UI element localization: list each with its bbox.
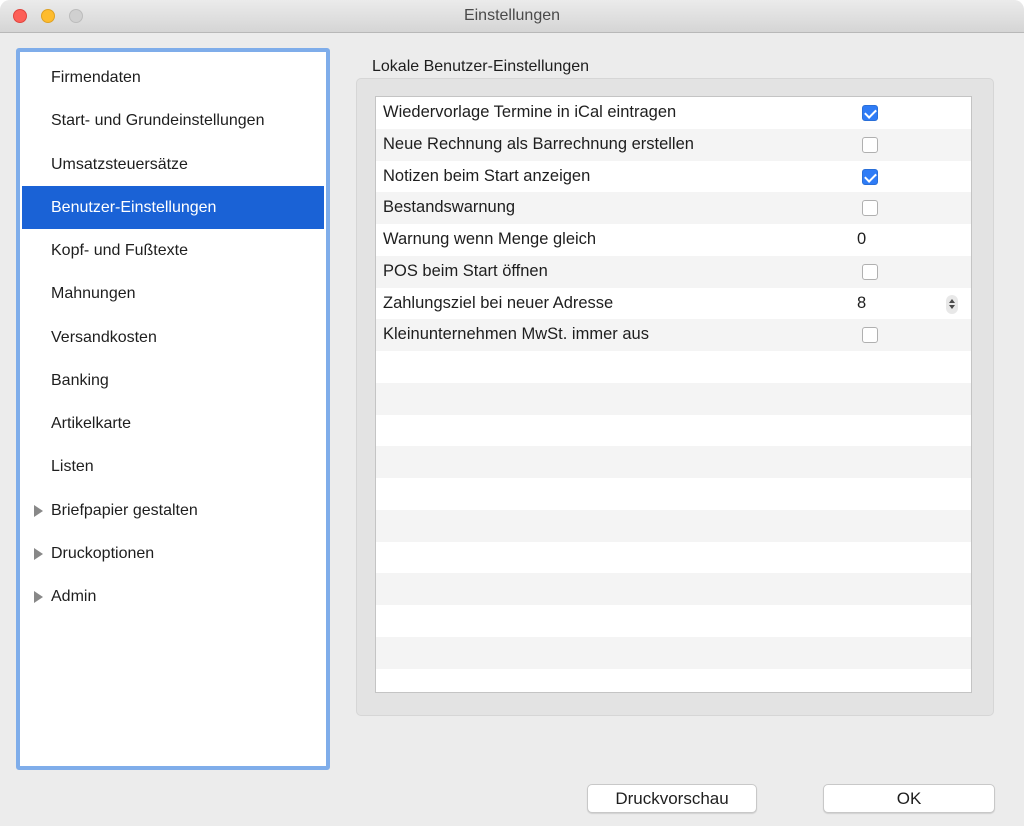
sidebar-item[interactable]: Briefpapier gestalten: [22, 489, 324, 532]
disclosure-triangle-icon[interactable]: [34, 547, 43, 560]
ok-button[interactable]: OK: [823, 784, 995, 813]
print-preview-button[interactable]: Druckvorschau: [587, 784, 757, 813]
sidebar-item[interactable]: Listen: [22, 445, 324, 488]
sidebar-item-label: Firmendaten: [51, 69, 141, 86]
empty-table-row: [376, 446, 971, 479]
settings-row: Warnung wenn Menge gleich 0: [376, 224, 971, 256]
settings-row: Bestandswarnung: [376, 192, 971, 225]
disclosure-triangle-icon[interactable]: [34, 591, 43, 603]
sidebar-item-label: Umsatzsteuersätze: [51, 155, 188, 173]
settings-window: Einstellungen Firmendaten Start- und Grun…: [0, 0, 1024, 826]
checkbox-unchecked[interactable]: [862, 327, 878, 344]
section-title: Lokale Benutzer-Einstellungen: [372, 58, 590, 75]
sidebar-item[interactable]: Firmendaten: [22, 56, 324, 99]
sidebar-item[interactable]: Banking: [22, 359, 324, 402]
sidebar-item[interactable]: Artikelkarte: [22, 402, 324, 445]
sidebar-item-label: Artikelkarte: [51, 415, 132, 432]
setting-label: Notizen beim Start anzeigen: [383, 166, 591, 185]
sidebar-item[interactable]: Benutzer-Einstellungen: [22, 185, 324, 229]
empty-table-row: [376, 509, 971, 542]
sidebar-item-label: Briefpapier gestalten: [51, 501, 198, 519]
sidebar-item-label: Benutzer-Einstellungen: [51, 198, 217, 216]
setting-value-field[interactable]: 0: [857, 230, 866, 249]
setting-value-field[interactable]: 8: [857, 294, 866, 313]
setting-label: Wiedervorlage Termine in iCal eintragen: [383, 103, 677, 121]
settings-row: Kleinunternehmen MwSt. immer aus: [376, 319, 971, 352]
sidebar-item-label: Druckoptionen: [51, 544, 155, 562]
stepper-arrows-icon[interactable]: [946, 294, 958, 314]
setting-label: Neue Rechnung als Barrechnung erstellen: [383, 134, 694, 153]
settings-row: Wiedervorlage Termine in iCal eintragen: [376, 97, 971, 129]
settings-row: Neue Rechnung als Barrechnung erstellen: [376, 128, 971, 161]
empty-table-row: [376, 636, 971, 669]
disclosure-triangle-icon[interactable]: [34, 504, 43, 517]
empty-table-row: [376, 478, 971, 510]
checkbox-checked[interactable]: [862, 168, 878, 185]
sidebar-item-label: Mahnungen: [51, 285, 136, 303]
sidebar-item[interactable]: Versandkosten: [22, 316, 324, 359]
empty-table-row: [376, 382, 971, 415]
setting-label: POS beim Start öffnen: [383, 261, 548, 280]
sidebar-item-label: Admin: [51, 588, 97, 605]
settings-row: Zahlungsziel bei neuer Adresse 8: [376, 288, 971, 320]
checkbox-checked[interactable]: [862, 105, 878, 121]
empty-table-row: [376, 573, 971, 606]
empty-table-row: [376, 669, 971, 693]
sidebar-item[interactable]: Kopf- und Fußtexte: [22, 229, 324, 272]
setting-label: Bestandswarnung: [383, 198, 516, 217]
checkbox-unchecked[interactable]: [862, 263, 878, 280]
sidebar-item[interactable]: Mahnungen: [22, 272, 324, 315]
sidebar-item-label: Listen: [51, 458, 94, 476]
sidebar-item-label: Kopf- und Fußtexte: [51, 242, 188, 259]
checkbox-unchecked[interactable]: [862, 200, 878, 217]
setting-label: Warnung wenn Menge gleich: [383, 230, 597, 248]
checkbox-unchecked[interactable]: [862, 136, 878, 153]
sidebar-item-label: Versandkosten: [51, 328, 157, 346]
empty-table-row: [376, 542, 971, 574]
window-title: Einstellungen: [463, 7, 561, 24]
settings-table[interactable]: Wiedervorlage Termine in iCal eintragen N…: [375, 96, 972, 693]
sidebar-item-label: Banking: [51, 371, 109, 389]
sidebar-item[interactable]: Druckoptionen: [22, 532, 324, 575]
empty-table-row: [376, 605, 971, 637]
title-bar[interactable]: Einstellungen: [0, 0, 1024, 33]
sidebar-item[interactable]: Admin: [22, 575, 324, 618]
sidebar-item-label: Start- und Grundeinstellungen: [51, 112, 265, 130]
sidebar-item[interactable]: Umsatzsteuersätze: [22, 143, 324, 186]
empty-table-row: [376, 351, 971, 383]
settings-row: POS beim Start öffnen: [376, 255, 971, 288]
setting-label: Kleinunternehmen MwSt. immer aus: [383, 325, 649, 344]
settings-category-list[interactable]: Firmendaten Start- und Grundeinstellungen…: [16, 48, 330, 770]
settings-row: Notizen beim Start anzeigen: [376, 161, 971, 193]
sidebar-item[interactable]: Start- und Grundeinstellungen: [22, 99, 324, 142]
setting-label: Zahlungsziel bei neuer Adresse: [383, 293, 614, 312]
empty-table-row: [376, 415, 971, 447]
